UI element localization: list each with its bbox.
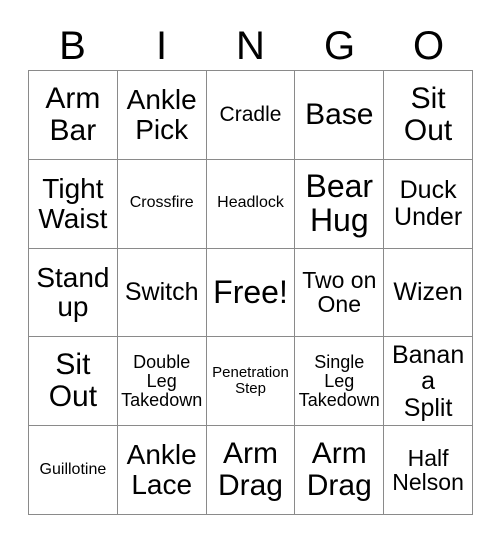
- bingo-cell-label: Tight Waist: [38, 173, 108, 234]
- bingo-cell[interactable]: Tight Waist: [29, 159, 118, 249]
- bingo-cell-label: Wizen: [393, 278, 463, 307]
- bingo-cell[interactable]: Bear Hug: [295, 159, 385, 249]
- bingo-cell[interactable]: Arm Bar: [29, 71, 118, 160]
- bingo-cell-label: Cradle: [219, 102, 282, 126]
- header-letter-b: B: [59, 24, 86, 68]
- bingo-cell-label: Ankle Lace: [126, 439, 197, 501]
- bingo-grid: Arm Bar Ankle Pick Cradle Base Sit Out Tight …: [28, 70, 473, 515]
- bingo-cell[interactable]: Sit Out: [384, 71, 473, 160]
- bingo-cell[interactable]: Headlock: [206, 159, 296, 249]
- bingo-cell[interactable]: Banana Split: [384, 337, 473, 427]
- bingo-cell[interactable]: Arm Drag: [295, 426, 385, 515]
- header-letter-o: O: [412, 24, 445, 68]
- bingo-cell-label: Penetration Step: [212, 364, 289, 398]
- bingo-cell-label: Single Leg Takedown: [298, 351, 380, 410]
- bingo-cell[interactable]: Wizen: [384, 248, 473, 338]
- bingo-cell[interactable]: Penetration Step: [206, 337, 296, 427]
- bingo-cell-label: Arm Drag: [217, 437, 283, 503]
- bingo-cell[interactable]: Switch: [117, 248, 207, 338]
- bingo-cell[interactable]: Sit Out: [29, 337, 118, 427]
- bingo-cell-label: Free!: [213, 273, 288, 310]
- bingo-cell-label: Sit Out: [403, 82, 453, 147]
- bingo-cell[interactable]: Duck Under: [384, 159, 473, 249]
- bingo-cell[interactable]: Arm Drag: [206, 426, 296, 515]
- bingo-cell[interactable]: Stand up: [29, 248, 118, 338]
- bingo-cell[interactable]: Ankle Lace: [117, 426, 207, 515]
- bingo-cell[interactable]: Crossfire: [117, 159, 207, 249]
- bingo-cell-label: Two on One: [302, 267, 377, 318]
- header-letter-i: I: [155, 24, 168, 68]
- bingo-cell-label: Base: [305, 98, 374, 131]
- bingo-cell-label: Ankle Pick: [126, 84, 197, 145]
- bingo-cell-label: Guillotine: [39, 460, 107, 478]
- bingo-cell[interactable]: Cradle: [206, 71, 296, 160]
- bingo-cell-label: Arm Bar: [45, 82, 101, 147]
- bingo-cell[interactable]: Two on One: [295, 248, 385, 338]
- bingo-cell-label: Half Nelson: [392, 444, 464, 496]
- bingo-cell-label: Double Leg Takedown: [121, 351, 203, 410]
- bingo-cell[interactable]: Double Leg Takedown: [117, 337, 207, 427]
- bingo-cell[interactable]: Guillotine: [29, 426, 118, 515]
- bingo-cell-label: Banana Split: [391, 340, 465, 422]
- bingo-cell[interactable]: Ankle Pick: [117, 71, 207, 160]
- bingo-cell[interactable]: Half Nelson: [384, 426, 473, 515]
- bingo-cell[interactable]: Free!: [206, 248, 296, 338]
- bingo-card: B I N G O Arm Bar Ankle Pick Cradle Base Sit…: [0, 0, 500, 544]
- header-letter-g: G: [323, 24, 356, 68]
- bingo-cell-label: Stand up: [36, 261, 110, 323]
- bingo-cell[interactable]: Base: [295, 71, 385, 160]
- bingo-cell-label: Duck Under: [394, 176, 463, 231]
- bingo-cell-label: Sit Out: [48, 348, 98, 414]
- bingo-cell-label: Switch: [124, 278, 199, 307]
- bingo-cell-label: Headlock: [217, 194, 284, 212]
- header-letter-n: N: [236, 24, 265, 68]
- bingo-header-row: B I N G O: [28, 14, 473, 66]
- bingo-cell-label: Bear Hug: [305, 167, 374, 238]
- bingo-cell[interactable]: Single Leg Takedown: [295, 337, 385, 427]
- bingo-cell-label: Crossfire: [129, 194, 194, 212]
- bingo-cell-label: Arm Drag: [306, 437, 372, 503]
